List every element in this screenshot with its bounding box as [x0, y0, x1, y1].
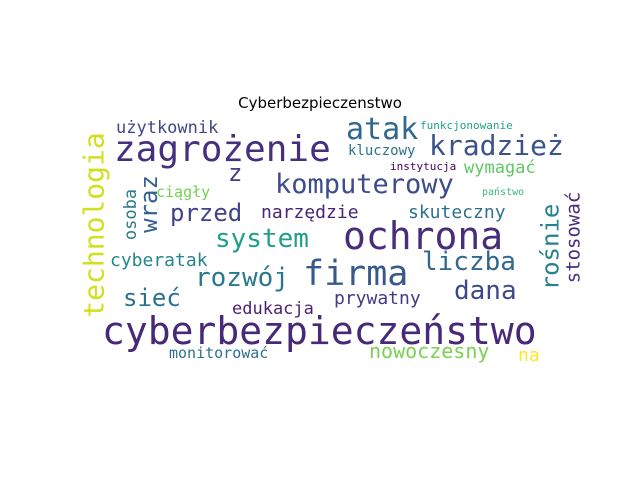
word-technologia: technologia — [77, 132, 111, 318]
chart-title: Cyberbezpieczenstwo — [238, 94, 402, 112]
word-monitorowac: monitorować — [169, 344, 269, 362]
word-edukacja: edukacja — [232, 299, 314, 319]
word-cloud: cyberbezpieczeństwo ochrona firma zagroż… — [77, 112, 585, 368]
word-firma: firma — [303, 254, 409, 294]
word-komputerowy: komputerowy — [275, 169, 454, 200]
word-przed: przed — [170, 199, 243, 227]
word-rozwoj: rozwój — [195, 263, 289, 293]
word-uzytkownik: użytkownik — [116, 118, 219, 138]
word-skuteczny: skuteczny — [408, 202, 506, 223]
word-atak: atak — [346, 112, 419, 147]
word-stosowac: stosować — [562, 191, 585, 284]
word-nowoczesny: nowoczesny — [369, 339, 490, 363]
word-instytucja: instytucja — [390, 160, 457, 173]
word-dana: dana — [454, 276, 517, 306]
word-wymagac: wymagać — [464, 158, 536, 178]
word-osoba: osoba — [121, 188, 142, 241]
word-prywatny: prywatny — [334, 288, 421, 309]
word-ciagly: ciągły — [156, 183, 211, 201]
word-narzedzie: narzędzie — [261, 202, 359, 223]
word-liczba: liczba — [422, 247, 516, 277]
word-cyberatak: cyberatak — [110, 250, 208, 271]
word-funkcjonowanie: funkcjonowanie — [420, 119, 513, 132]
word-rosnie: rośnie — [536, 203, 565, 291]
word-na: na — [518, 345, 540, 366]
word-system: system — [215, 224, 309, 254]
word-panstwo: państwo — [482, 187, 525, 198]
word-kluczowy: kluczowy — [348, 143, 416, 159]
word-kradziez: kradzież — [429, 129, 564, 162]
word-siec: sieć — [123, 284, 181, 312]
word-z: z — [228, 159, 243, 187]
